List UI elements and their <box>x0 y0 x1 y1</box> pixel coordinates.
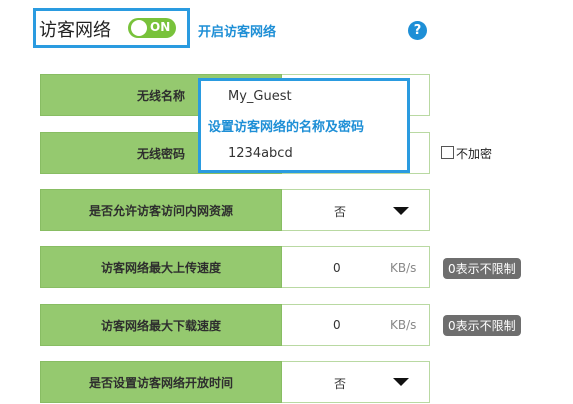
help-icon[interactable]: ? <box>408 21 427 40</box>
chevron-down-icon[interactable] <box>393 378 409 386</box>
upload-speed-value[interactable]: 0 <box>333 261 341 275</box>
upload-speed-unit: KB/s <box>390 261 417 275</box>
toggle-hint: 开启访客网络 <box>198 25 277 40</box>
chevron-down-icon[interactable] <box>393 207 409 215</box>
wireless-name-value[interactable]: My_Guest <box>228 89 292 104</box>
upload-speed-label: 访客网络最大上传速度 <box>40 246 282 288</box>
no-encrypt-checkbox[interactable] <box>441 146 454 159</box>
open-time-value: 否 <box>334 377 347 391</box>
allow-intranet-label: 是否允许访客访问内网资源 <box>40 189 282 231</box>
wireless-password-value[interactable]: 1234abcd <box>228 146 293 161</box>
callout-annotation: 设置访客网络的名称及密码 <box>208 120 365 135</box>
upload-speed-hint-badge: 0表示不限制 <box>443 258 521 279</box>
toggle-label: ON <box>150 20 171 34</box>
no-encrypt-label: 不加密 <box>456 147 493 161</box>
download-speed-value[interactable]: 0 <box>333 318 341 332</box>
open-time-label: 是否设置访客网络开放时间 <box>40 361 282 403</box>
page-title: 访客网络 <box>39 20 111 41</box>
download-speed-label: 访客网络最大下载速度 <box>40 304 282 346</box>
toggle-knob <box>131 20 147 36</box>
download-speed-unit: KB/s <box>390 318 417 332</box>
download-speed-hint-badge: 0表示不限制 <box>443 315 521 336</box>
allow-intranet-value: 否 <box>334 205 347 219</box>
